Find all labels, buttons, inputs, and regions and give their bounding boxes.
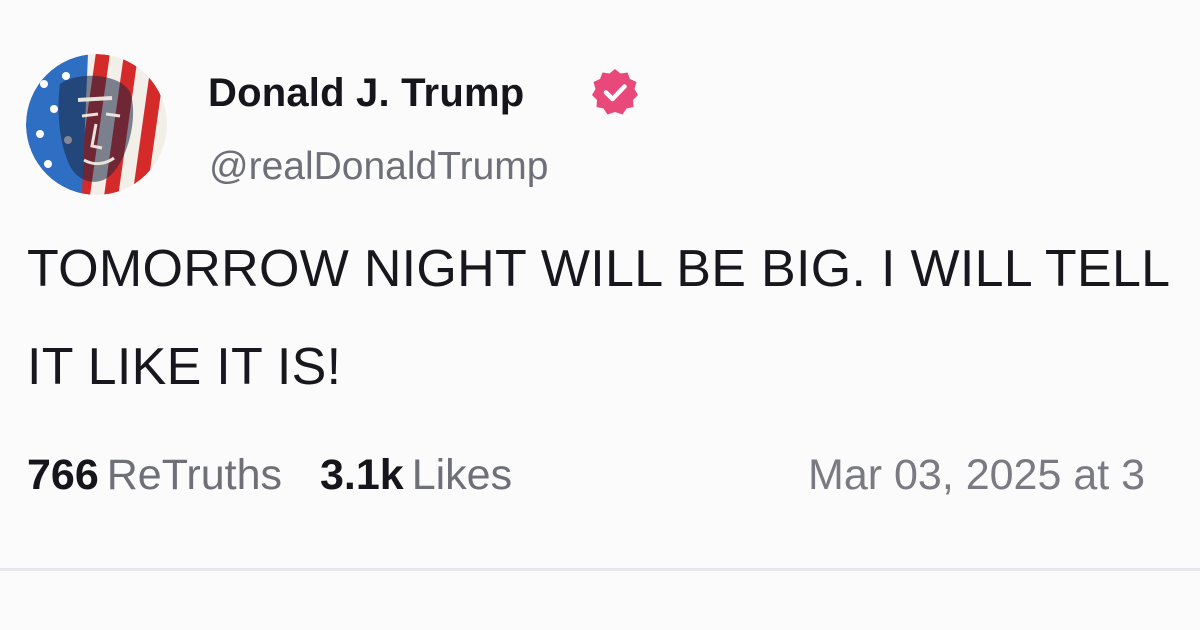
likes-count: 3.1k <box>319 451 404 499</box>
likes-stat[interactable]: 3.1k Likes <box>320 447 512 503</box>
retruths-count: 766 <box>27 451 99 499</box>
post-stats: 766 ReTruths 3.1k Likes <box>27 447 550 503</box>
retruths-stat[interactable]: 766 ReTruths <box>27 447 282 503</box>
post-timestamp[interactable]: Mar 03, 2025 at 3 <box>808 447 1145 503</box>
retruths-label: ReTruths <box>106 451 282 499</box>
author-handle[interactable]: @realDonaldTrump <box>209 142 548 192</box>
post-text-line-2: IT LIKE IT IS! <box>27 338 342 396</box>
author-display-name[interactable]: Donald J. Trump <box>208 67 524 119</box>
post-text-line-1: TOMORROW NIGHT WILL BE BIG. I WILL TELL <box>27 240 1171 298</box>
verified-badge-icon <box>589 66 641 118</box>
likes-label: Likes <box>411 451 513 499</box>
avatar-image <box>26 54 167 195</box>
avatar[interactable] <box>26 54 167 195</box>
truth-post: Donald J. Trump @realDonaldTrump TOMORRO… <box>0 0 1200 630</box>
divider <box>0 568 1200 571</box>
